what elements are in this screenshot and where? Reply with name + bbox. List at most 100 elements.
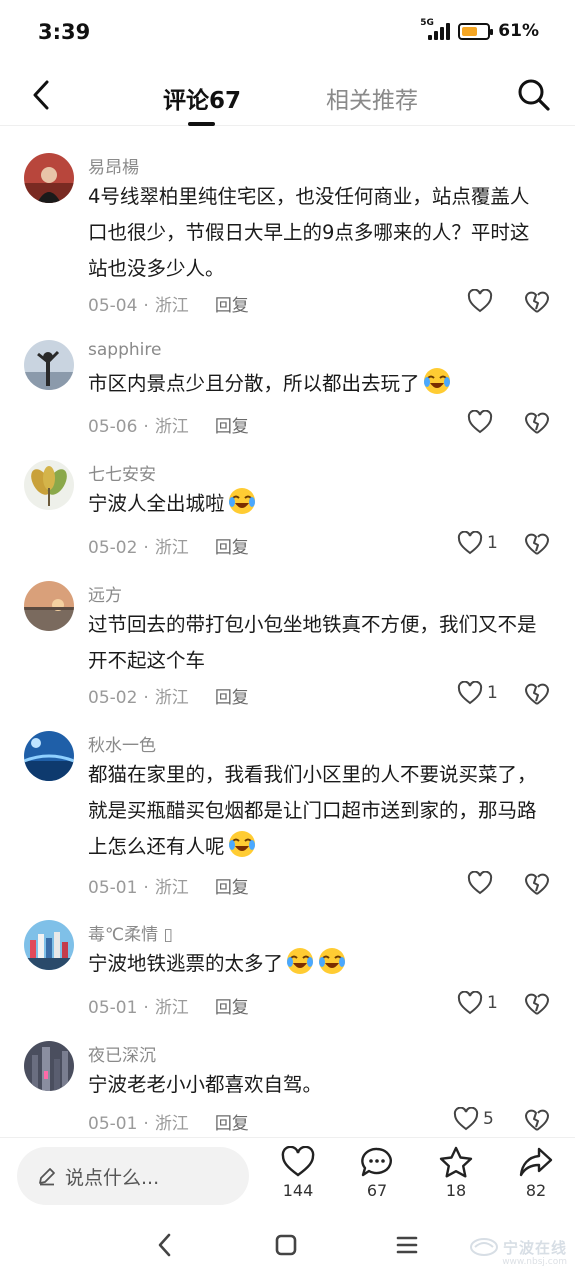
comment-author[interactable]: 七七安安	[88, 460, 156, 485]
comment-text: 宁波人全出城啦	[88, 486, 548, 522]
like-count: 1	[487, 533, 498, 553]
like-button[interactable]	[467, 410, 493, 434]
comment-location: 浙江	[154, 878, 189, 898]
broken-heart-icon	[525, 533, 549, 555]
like-button[interactable]: 1	[457, 531, 498, 555]
comment-input-placeholder: 说点什么...	[65, 1166, 160, 1189]
star-icon	[439, 1146, 473, 1178]
comment-bubble-icon	[361, 1147, 392, 1177]
comment-text-content: 市区内景点少且分散，所以都出去玩了	[88, 372, 420, 395]
comment-text-content: 宁波地铁逃票的太多了	[88, 952, 284, 975]
tab-related[interactable]: 相关推荐	[326, 81, 418, 115]
comment-location: 浙江	[154, 296, 189, 316]
chevron-left-icon	[33, 80, 49, 110]
like-button[interactable]	[467, 871, 493, 895]
avatar[interactable]	[24, 340, 74, 390]
dislike-button[interactable]	[524, 532, 550, 556]
share-arrow-icon	[519, 1147, 553, 1177]
dislike-button[interactable]	[524, 682, 550, 706]
like-count: 1	[487, 993, 498, 1013]
comment-author[interactable]: 毒℃柔情 ▯	[88, 920, 173, 945]
comment-meta: 05-01 · 浙江 回复	[88, 998, 249, 1018]
comment-author[interactable]: sapphire	[88, 340, 161, 360]
avatar[interactable]	[24, 920, 74, 970]
crying-laughing-emoji-icon	[227, 486, 257, 516]
comment-text-content: 过节回去的带打包小包坐地铁真不方便，我们又不是开不起这个车	[88, 613, 537, 672]
comment-text: 宁波地铁逃票的太多了	[88, 946, 548, 982]
like-button[interactable]: 1	[457, 681, 498, 705]
avatar[interactable]	[24, 731, 74, 781]
comment-meta: 05-02 · 浙江 回复	[88, 538, 249, 558]
tab-comments[interactable]: 评论67	[163, 81, 241, 115]
like-button[interactable]	[467, 289, 493, 313]
reply-button[interactable]: 回复	[215, 417, 249, 437]
avatar[interactable]	[24, 153, 74, 203]
watermark-text: 宁波在线	[502, 1238, 567, 1257]
status-time: 3:39	[38, 20, 91, 44]
comment-date: 05-04	[88, 296, 138, 316]
comment-date: 05-02	[88, 688, 138, 708]
broken-heart-icon	[525, 993, 549, 1015]
system-recents-button[interactable]	[396, 1235, 418, 1259]
system-back-button[interactable]	[155, 1231, 173, 1263]
reply-button[interactable]: 回复	[215, 296, 249, 316]
battery-percent: 61%	[498, 21, 539, 41]
heart-icon	[467, 289, 493, 313]
dislike-button[interactable]	[524, 992, 550, 1016]
comment-meta: 05-02 · 浙江 回复	[88, 688, 249, 708]
comment-text-content: 4号线翠柏里纯住宅区，也没任何商业，站点覆盖人口也很少，节假日大早上的9点多哪来…	[88, 185, 530, 280]
search-icon	[518, 79, 550, 111]
comment-location: 浙江	[154, 538, 189, 558]
like-count: 144	[282, 1181, 314, 1200]
like-count: 1	[487, 683, 498, 703]
like-button[interactable]: 1	[457, 991, 498, 1015]
heart-icon	[467, 871, 493, 895]
search-button[interactable]	[517, 78, 551, 112]
broken-heart-icon	[525, 1109, 549, 1131]
reply-button[interactable]: 回复	[215, 688, 249, 708]
active-tab-indicator	[188, 122, 215, 126]
system-home-button[interactable]	[274, 1233, 298, 1261]
comment-author[interactable]: 易昂楊	[88, 153, 139, 178]
reply-button[interactable]: 回复	[215, 538, 249, 558]
comment-text-content: 宁波老老小小都喜欢自驾。	[88, 1073, 323, 1096]
network-type: 5G	[420, 18, 434, 28]
comment-author[interactable]: 夜已深沉	[88, 1041, 156, 1066]
dislike-button[interactable]	[524, 1108, 550, 1132]
broken-heart-icon	[525, 873, 549, 895]
like-post-button[interactable]: 144	[270, 1146, 326, 1200]
comment-input[interactable]: 说点什么...	[17, 1147, 249, 1205]
comment-author[interactable]: 秋水一色	[88, 731, 156, 756]
comment-meta: 05-06 · 浙江 回复	[88, 417, 249, 437]
share-button[interactable]: 82	[508, 1146, 564, 1200]
dislike-button[interactable]	[524, 872, 550, 896]
avatar[interactable]	[24, 581, 74, 631]
comment-meta: 05-04 · 浙江 回复	[88, 296, 249, 316]
comment-location: 浙江	[154, 417, 189, 437]
comment-location: 浙江	[154, 998, 189, 1018]
bottom-action-bar: 说点什么... 144 67 18 82	[0, 1137, 575, 1215]
avatar[interactable]	[24, 460, 74, 510]
heart-icon	[457, 531, 483, 555]
reply-button[interactable]: 回复	[215, 998, 249, 1018]
back-button[interactable]	[26, 78, 56, 112]
share-count: 82	[525, 1181, 547, 1200]
crying-laughing-emoji-icon	[317, 946, 347, 976]
watermark-logo-icon	[469, 1238, 498, 1256]
favorite-button[interactable]: 18	[428, 1146, 484, 1200]
comment-author[interactable]: 远方	[88, 581, 122, 606]
menu-lines-icon	[396, 1236, 418, 1254]
like-count: 5	[483, 1109, 494, 1129]
comment-meta: 05-01 · 浙江 回复	[88, 878, 249, 898]
reply-button[interactable]: 回复	[215, 1114, 249, 1134]
comment-post-button[interactable]: 67	[349, 1146, 405, 1200]
dislike-button[interactable]	[524, 290, 550, 314]
watermark-url: www.nbsj.com	[502, 1257, 567, 1267]
avatar[interactable]	[24, 1041, 74, 1091]
comment-count: 67	[366, 1181, 388, 1200]
comment-meta: 05-01 · 浙江 回复	[88, 1114, 249, 1134]
reply-button[interactable]: 回复	[215, 878, 249, 898]
like-button[interactable]: 5	[453, 1107, 494, 1131]
dislike-button[interactable]	[524, 411, 550, 435]
comment-text: 市区内景点少且分散，所以都出去玩了	[88, 366, 548, 402]
